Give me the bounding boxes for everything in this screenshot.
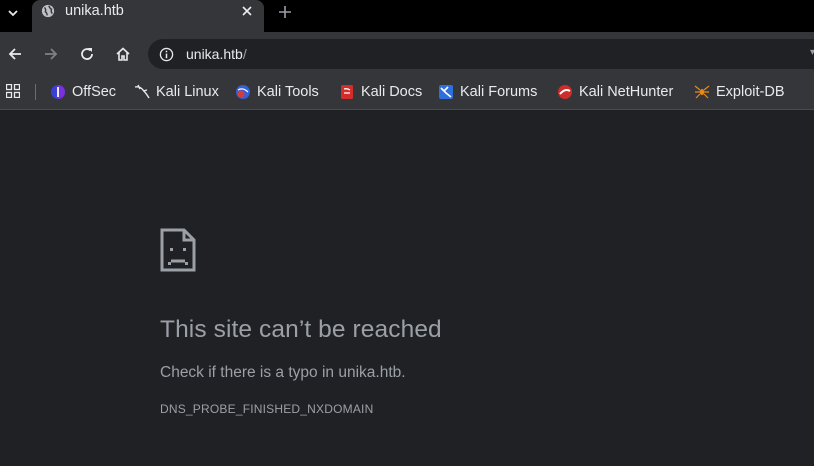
error-title: This site can’t be reached xyxy=(160,316,442,343)
address-bar[interactable]: unika.htb/ ▾ xyxy=(148,39,814,69)
apps-grid-icon[interactable] xyxy=(6,84,20,98)
bookmark-kali-docs[interactable]: Kali Docs xyxy=(339,81,422,103)
arrow-left-icon xyxy=(8,48,21,60)
error-code: DNS_PROBE_FINISHED_NXDOMAIN xyxy=(160,402,374,416)
bookmark-label: Kali Linux xyxy=(156,84,219,100)
url-host: unika.htb xyxy=(186,46,243,62)
url-text[interactable]: unika.htb/ xyxy=(186,45,247,63)
url-path: / xyxy=(242,46,247,62)
info-icon[interactable] xyxy=(159,47,174,62)
close-icon[interactable] xyxy=(239,3,255,19)
home-button[interactable] xyxy=(113,44,133,64)
offsec-icon xyxy=(51,85,65,99)
kali-docs-icon xyxy=(341,85,353,99)
kali-tools-icon xyxy=(236,85,250,99)
kali-nethunter-icon xyxy=(558,85,572,99)
globe-icon xyxy=(41,4,55,18)
bookmark-label: Kali NetHunter xyxy=(579,84,674,100)
tab-title: unika.htb xyxy=(65,3,124,19)
forward-button[interactable] xyxy=(41,44,61,64)
arrow-right-icon xyxy=(45,48,58,60)
reload-button[interactable] xyxy=(77,44,97,64)
chevron-down-icon xyxy=(8,10,18,17)
bookmark-label: OffSec xyxy=(72,84,117,100)
home-icon xyxy=(116,47,130,61)
tab-search-button[interactable] xyxy=(2,2,24,24)
active-tab[interactable]: unika.htb xyxy=(32,0,264,32)
bookmarks-separator xyxy=(35,84,36,100)
exploit-db-icon xyxy=(694,85,710,99)
new-tab-plus-icon[interactable] xyxy=(276,3,294,21)
bookmark-label: Kali Docs xyxy=(361,84,423,100)
chevron-down-icon[interactable]: ▾ xyxy=(810,47,814,61)
bookmarks-bar: OffSec Kali Linux Kali Tools Kali Docs K… xyxy=(0,76,814,110)
sad-page-icon xyxy=(160,228,196,272)
back-button[interactable] xyxy=(5,44,25,64)
bookmark-kali-nethunter[interactable]: Kali NetHunter xyxy=(557,81,673,103)
kali-dragon-icon xyxy=(134,84,150,99)
bookmark-kali-linux[interactable]: Kali Linux xyxy=(134,81,219,103)
bookmark-label: Kali Forums xyxy=(460,84,538,100)
bookmark-kali-tools[interactable]: Kali Tools xyxy=(235,81,319,103)
toolbar: unika.htb/ ▾ xyxy=(0,32,814,76)
bookmark-offsec[interactable]: OffSec xyxy=(50,81,116,103)
error-description: Check if there is a typo in unika.htb. xyxy=(160,364,406,381)
bookmark-label: Exploit-DB xyxy=(716,84,785,100)
tab-strip: unika.htb xyxy=(0,0,814,32)
kali-forums-icon xyxy=(439,85,453,99)
bookmark-label: Kali Tools xyxy=(257,84,319,100)
reload-icon xyxy=(81,48,93,60)
bookmark-kali-forums[interactable]: Kali Forums xyxy=(438,81,537,103)
bookmark-exploit-db[interactable]: Exploit-DB xyxy=(694,81,785,103)
